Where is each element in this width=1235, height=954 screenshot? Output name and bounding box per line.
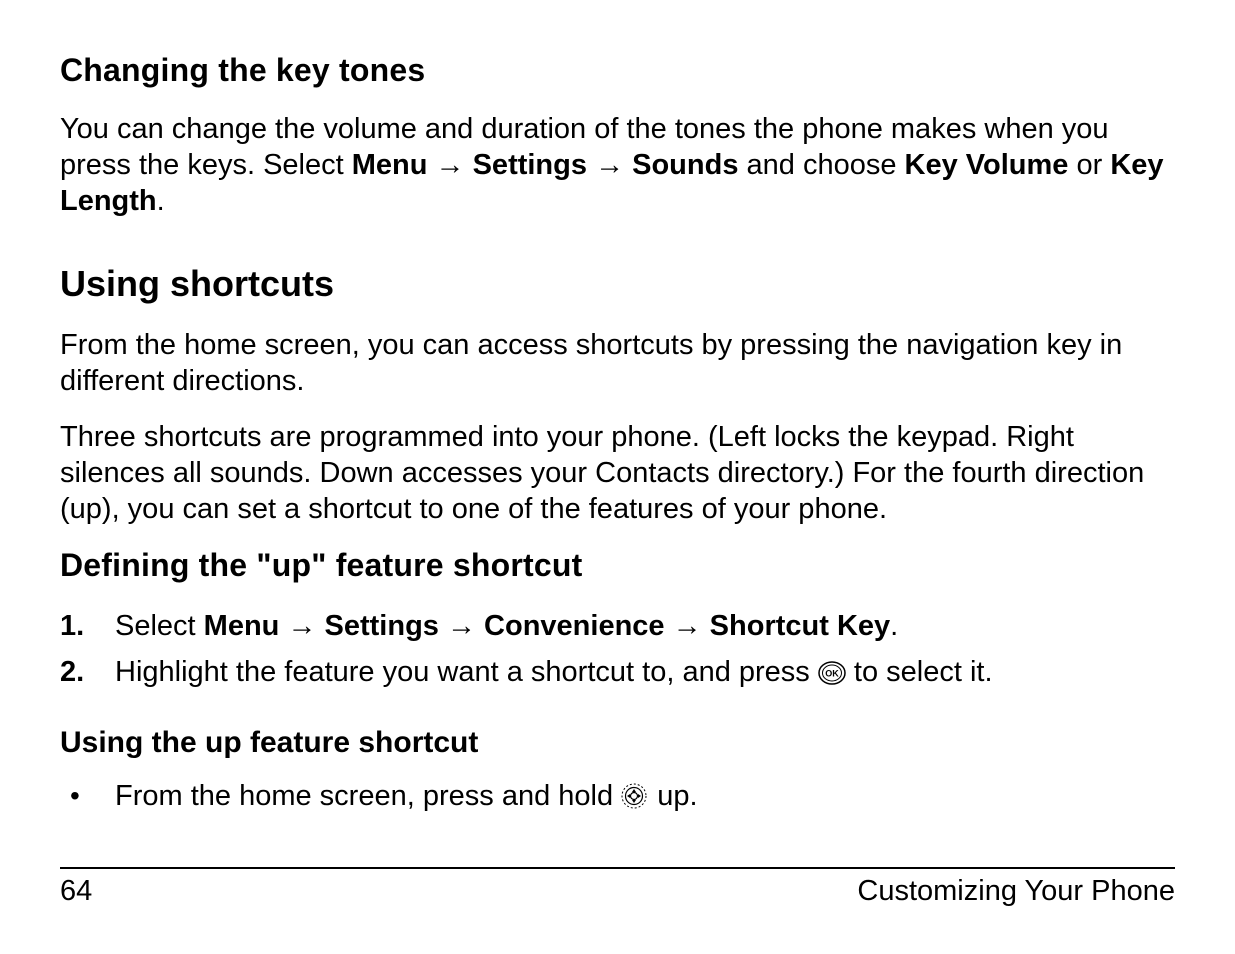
arrow-icon: →: [447, 610, 484, 642]
text: or: [1076, 149, 1110, 181]
para-shortcuts-1: From the home screen, you can access sho…: [60, 327, 1175, 399]
menu-path-menu: Menu: [352, 149, 428, 181]
para-key-tones: You can change the volume and duration o…: [60, 111, 1175, 219]
heading-using-shortcuts: Using shortcuts: [60, 263, 1175, 305]
text: From the home screen, press and hold: [115, 780, 621, 812]
manual-page: Changing the key tones You can change th…: [0, 0, 1235, 954]
heading-using-up-shortcut: Using the up feature shortcut: [60, 726, 1175, 760]
menu-path-menu: Menu: [204, 610, 280, 642]
menu-path-settings: Settings: [473, 149, 587, 181]
text: and choose: [747, 149, 905, 181]
step-2: Highlight the feature you want a shortcu…: [60, 652, 1175, 692]
bullet-1: From the home screen, press and hold up.: [60, 776, 1175, 816]
option-key-volume: Key Volume: [905, 149, 1069, 181]
arrow-icon: →: [287, 610, 324, 642]
text: to select it.: [846, 656, 993, 688]
text: .: [890, 610, 898, 642]
svg-text:OK: OK: [825, 669, 839, 679]
bullet-list: From the home screen, press and hold up.: [60, 776, 1175, 816]
text: Select: [115, 610, 204, 642]
nav-key-icon: [621, 780, 649, 804]
ok-button-icon: OK: [818, 656, 846, 680]
heading-changing-key-tones: Changing the key tones: [60, 52, 1175, 89]
menu-path-convenience: Convenience: [484, 610, 665, 642]
steps-list: Select Menu → Settings → Convenience → S…: [60, 606, 1175, 692]
arrow-icon: →: [436, 149, 473, 181]
footer-title: Customizing Your Phone: [857, 875, 1175, 908]
heading-defining-up-shortcut: Defining the "up" feature shortcut: [60, 547, 1175, 584]
step-1: Select Menu → Settings → Convenience → S…: [60, 606, 1175, 646]
text: Highlight the feature you want a shortcu…: [115, 656, 818, 688]
arrow-icon: →: [595, 149, 632, 181]
menu-path-shortcut-key: Shortcut Key: [710, 610, 890, 642]
para-shortcuts-2: Three shortcuts are programmed into your…: [60, 419, 1175, 527]
text: up.: [649, 780, 697, 812]
arrow-icon: →: [673, 610, 710, 642]
menu-path-settings: Settings: [325, 610, 439, 642]
page-number: 64: [60, 875, 92, 908]
menu-path-sounds: Sounds: [632, 149, 738, 181]
text: .: [157, 185, 165, 217]
page-footer: 64 Customizing Your Phone: [60, 867, 1175, 908]
